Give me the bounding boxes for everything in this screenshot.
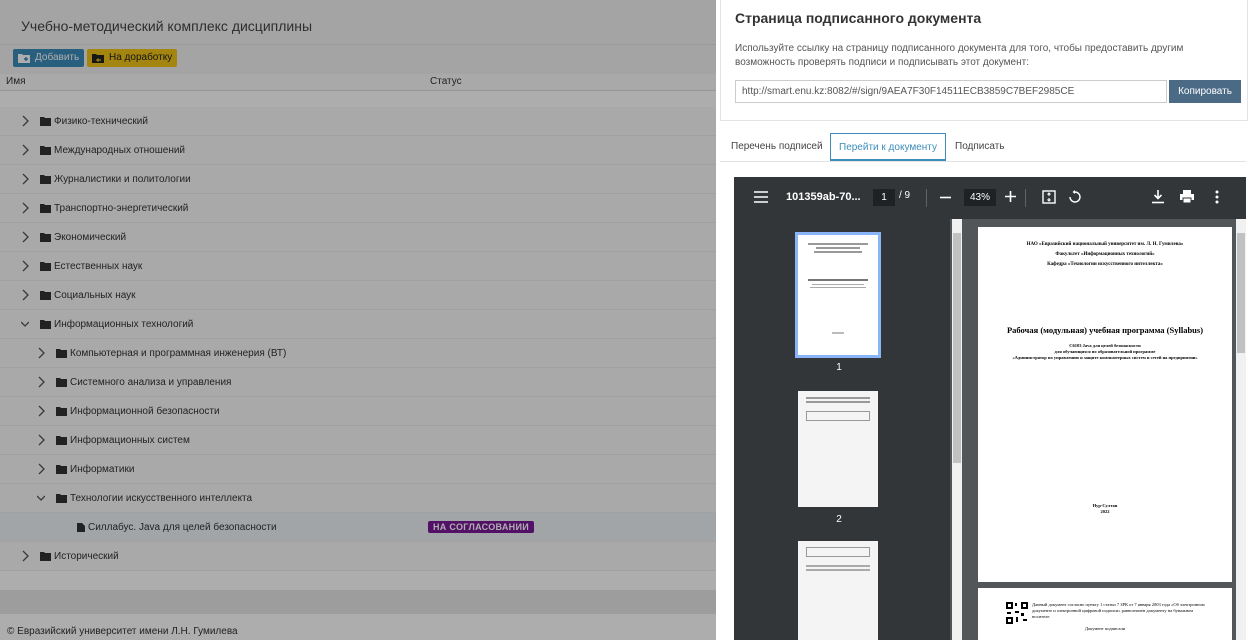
tab-signatures[interactable]: Перечень подписей bbox=[731, 133, 823, 161]
pdf-filename: 101359ab-70... bbox=[786, 191, 861, 203]
thumbnail-page-3[interactable] bbox=[798, 541, 878, 640]
pdf-page-total: / 9 bbox=[899, 190, 911, 201]
document-scrollbar[interactable] bbox=[1236, 219, 1246, 640]
signed-document-panel: Страница подписанного документа Использу… bbox=[716, 0, 1248, 640]
thumbnail-page-2[interactable] bbox=[798, 391, 878, 507]
document-link-field[interactable] bbox=[735, 80, 1167, 103]
menu-icon[interactable] bbox=[754, 191, 768, 203]
page-header-faculty: Факультет «Информационных технологий» bbox=[1055, 252, 1155, 257]
modal-backdrop[interactable] bbox=[0, 0, 716, 640]
thumbnail-number-1: 1 bbox=[836, 362, 842, 373]
tab-sign[interactable]: Подписать bbox=[955, 133, 1005, 161]
pdf-page-2: Данный документ согласно пункту 1 статьи… bbox=[978, 588, 1232, 640]
syllabus-program: «Администратор по управлению и защите ко… bbox=[1012, 355, 1198, 360]
download-icon[interactable] bbox=[1152, 190, 1164, 204]
fit-page-icon[interactable] bbox=[1042, 190, 1056, 204]
pdf-page-1: НАО «Евразийский национальный университе… bbox=[978, 227, 1232, 582]
pdf-toolbar: 101359ab-70... 1 / 9 43% bbox=[734, 177, 1246, 219]
more-options-icon[interactable] bbox=[1215, 190, 1219, 204]
thumbnails-scrollbar[interactable] bbox=[952, 219, 962, 640]
zoom-out-icon[interactable] bbox=[940, 196, 951, 199]
umk-panel: Учебно-методический комплекс дисциплины … bbox=[0, 0, 716, 640]
pdf-viewer: 101359ab-70... 1 / 9 43% 1 2 НАО «Еврази… bbox=[734, 177, 1246, 640]
panel-title: Страница подписанного документа bbox=[735, 10, 982, 26]
link-description: Используйте ссылку на страницу подписанн… bbox=[735, 43, 1184, 68]
signed-by-caption: Документ подписали bbox=[1084, 626, 1126, 631]
pdf-zoom-level[interactable]: 43% bbox=[964, 189, 996, 206]
tabs-divider bbox=[720, 161, 1246, 162]
copy-button[interactable]: Копировать bbox=[1169, 80, 1241, 103]
toolbar-separator bbox=[926, 189, 927, 207]
tab-document[interactable]: Перейти к документу bbox=[830, 133, 946, 161]
page-year: 2022 bbox=[1100, 509, 1110, 514]
rotate-icon[interactable] bbox=[1068, 190, 1082, 204]
zoom-in-icon[interactable] bbox=[1005, 191, 1016, 202]
print-icon[interactable] bbox=[1180, 190, 1194, 204]
legal-notice: Данный документ согласно пункту 1 статьи… bbox=[1032, 602, 1205, 619]
thumbnail-page-1[interactable] bbox=[795, 232, 881, 358]
page-header-university: НАО «Евразийский национальный университе… bbox=[1026, 242, 1184, 247]
pdf-thumbnails: 1 2 bbox=[734, 219, 950, 640]
page-header-department: Кафедра «Технологии искусственного интел… bbox=[1047, 262, 1163, 267]
pdf-page-input[interactable]: 1 bbox=[873, 189, 895, 206]
link-card: Страница подписанного документа Использу… bbox=[720, 0, 1248, 121]
syllabus-title: Рабочая (модульная) учебная программа (S… bbox=[1006, 325, 1204, 335]
qr-code-icon bbox=[1006, 602, 1028, 624]
thumbnail-number-2: 2 bbox=[836, 514, 842, 525]
toolbar-separator bbox=[1025, 189, 1026, 207]
